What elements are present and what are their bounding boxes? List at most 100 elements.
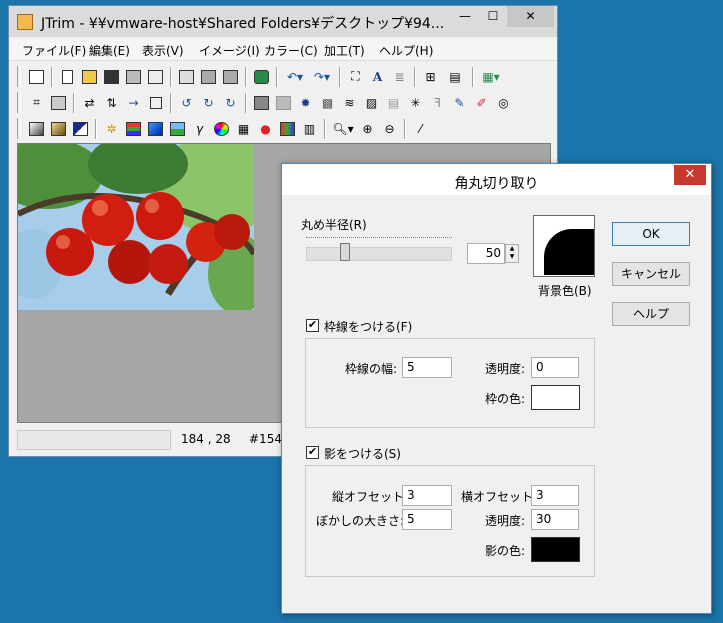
radius-input[interactable]: 50 bbox=[467, 243, 505, 264]
toolbar-separator bbox=[95, 118, 97, 139]
radius-spinner[interactable]: ▲ ▼ bbox=[505, 244, 519, 263]
emboss-icon[interactable] bbox=[251, 92, 272, 113]
import-icon[interactable] bbox=[251, 66, 272, 87]
ok-button[interactable]: OK bbox=[612, 222, 690, 246]
rgb-dots-icon[interactable]: ● bbox=[255, 118, 276, 139]
pen-icon[interactable]: ✎ bbox=[449, 92, 470, 113]
tone-icon[interactable] bbox=[70, 118, 91, 139]
wave-icon[interactable]: ≋ bbox=[339, 92, 360, 113]
spiral-icon[interactable]: ◎ bbox=[493, 92, 514, 113]
print-preview-icon[interactable] bbox=[145, 66, 166, 87]
dialog-title: 角丸切り取り bbox=[454, 176, 539, 192]
relief-icon[interactable] bbox=[273, 92, 294, 113]
dialog-close-button[interactable]: ✕ bbox=[674, 165, 706, 185]
close-button[interactable]: ✕ bbox=[507, 6, 554, 27]
resize-icon[interactable] bbox=[48, 92, 69, 113]
print-icon[interactable] bbox=[123, 66, 144, 87]
border-checkbox[interactable]: ✔ bbox=[306, 319, 319, 332]
radius-slider-thumb[interactable] bbox=[340, 243, 350, 261]
rotate-icon[interactable]: ↻ bbox=[220, 92, 241, 113]
rotate-left-icon[interactable]: ↺ bbox=[176, 92, 197, 113]
move-icon[interactable]: → bbox=[123, 92, 144, 113]
shadow-opacity-input[interactable]: 30 bbox=[531, 509, 579, 530]
blue-icon[interactable] bbox=[145, 118, 166, 139]
save-icon[interactable] bbox=[101, 66, 122, 87]
maximize-button[interactable]: ☐ bbox=[479, 6, 507, 27]
frame-icon[interactable] bbox=[145, 92, 166, 113]
sepia-icon[interactable] bbox=[48, 118, 69, 139]
highlight-icon[interactable]: ✲ bbox=[101, 118, 122, 139]
undo-icon[interactable]: ↶▾ bbox=[282, 66, 308, 87]
border-opacity-input[interactable]: 0 bbox=[531, 357, 579, 378]
background-color-label[interactable]: 背景色(B) bbox=[538, 282, 592, 299]
mosaic-icon[interactable]: ▩ bbox=[317, 92, 338, 113]
paste-new-icon[interactable] bbox=[220, 66, 241, 87]
status-progress bbox=[17, 430, 171, 450]
blur-size-input[interactable]: 5 bbox=[402, 509, 452, 530]
stripes-icon[interactable]: ▥ bbox=[299, 118, 320, 139]
paste-icon[interactable] bbox=[198, 66, 219, 87]
main-title-bar[interactable]: JTrim - ¥¥vmware-host¥Shared Folders¥デスク… bbox=[9, 6, 557, 37]
h-offset-label: 横オフセット: bbox=[461, 490, 538, 504]
rotate-right-icon[interactable]: ↻ bbox=[198, 92, 219, 113]
burst-icon[interactable]: ✹ bbox=[295, 92, 316, 113]
border-color-swatch[interactable] bbox=[531, 385, 580, 410]
menu-process[interactable]: 加工(T) bbox=[324, 42, 365, 59]
grid-icon[interactable]: ▦▾ bbox=[478, 66, 504, 87]
text-icon[interactable]: A bbox=[367, 66, 388, 87]
brick-icon[interactable]: ▤ bbox=[383, 92, 404, 113]
gradient-icon[interactable] bbox=[26, 118, 47, 139]
shadow-checkbox-label[interactable]: 影をつける(S) bbox=[324, 445, 401, 462]
toolbar-separator bbox=[339, 66, 341, 87]
radius-slider[interactable] bbox=[306, 247, 452, 261]
menu-color[interactable]: カラー(C) bbox=[264, 42, 318, 59]
copy-icon[interactable] bbox=[176, 66, 197, 87]
zoom-out-icon[interactable]: ⊖ bbox=[379, 118, 400, 139]
minimize-button[interactable]: — bbox=[451, 6, 479, 27]
color-wheel-icon[interactable] bbox=[211, 118, 232, 139]
new-icon[interactable] bbox=[57, 66, 78, 87]
landscape-icon[interactable] bbox=[167, 118, 188, 139]
align-icon[interactable]: ≣ bbox=[389, 66, 410, 87]
crop-icon[interactable]: ⌗ bbox=[26, 92, 47, 113]
v-offset-label: 縦オフセット: bbox=[332, 490, 409, 504]
xor-icon[interactable] bbox=[277, 118, 298, 139]
shadow-color-swatch[interactable] bbox=[531, 537, 580, 562]
cancel-button[interactable]: キャンセル bbox=[612, 262, 690, 286]
flip-h-icon[interactable]: ⇄ bbox=[79, 92, 100, 113]
open-icon[interactable] bbox=[79, 66, 100, 87]
dialog-title-bar[interactable]: 角丸切り取り ✕ bbox=[282, 164, 711, 195]
toolbar-grip[interactable] bbox=[17, 92, 21, 113]
h-offset-input[interactable]: 3 bbox=[531, 485, 579, 506]
ff-icon[interactable]: ꟻ bbox=[427, 92, 448, 113]
capture-icon[interactable] bbox=[26, 66, 47, 87]
strip-icon[interactable]: ▤ bbox=[442, 66, 468, 87]
border-width-input[interactable]: 5 bbox=[402, 357, 452, 378]
spark-icon[interactable]: ✳ bbox=[405, 92, 426, 113]
flip-v-icon[interactable]: ⇅ bbox=[101, 92, 122, 113]
shadow-checkbox[interactable]: ✔ bbox=[306, 446, 319, 459]
border-checkbox-label[interactable]: 枠線をつける(F) bbox=[324, 318, 412, 335]
menu-edit[interactable]: 編集(E) bbox=[89, 42, 130, 59]
gamma-icon[interactable]: γ bbox=[189, 118, 210, 139]
rgb-icon[interactable] bbox=[123, 118, 144, 139]
pattern-icon[interactable]: ▨ bbox=[361, 92, 382, 113]
redo-icon[interactable]: ↷▾ bbox=[309, 66, 335, 87]
radius-preview bbox=[533, 215, 595, 277]
menu-file[interactable]: ファイル(F) bbox=[22, 42, 86, 59]
v-offset-input[interactable]: 3 bbox=[402, 485, 452, 506]
menu-view[interactable]: 表示(V) bbox=[142, 42, 184, 59]
toolbar-grip[interactable] bbox=[17, 66, 21, 87]
help-button[interactable]: ヘルプ bbox=[612, 302, 690, 326]
menu-image[interactable]: イメージ(I) bbox=[199, 42, 260, 59]
menu-help[interactable]: ヘルプ(H) bbox=[379, 42, 433, 59]
zoom-icon[interactable]: 🔍︎▾ bbox=[330, 118, 356, 139]
brush-icon[interactable]: ✐ bbox=[471, 92, 492, 113]
checker-icon[interactable]: ▦ bbox=[233, 118, 254, 139]
tile-icon[interactable]: ⊞ bbox=[420, 66, 441, 87]
toolbar-separator bbox=[276, 66, 278, 87]
zoom-in-icon[interactable]: ⊕ bbox=[357, 118, 378, 139]
toolbar-grip[interactable] bbox=[17, 118, 21, 139]
eyedropper-icon[interactable]: ⁄ bbox=[410, 118, 431, 139]
fit-icon[interactable]: ⛶ bbox=[345, 66, 366, 87]
